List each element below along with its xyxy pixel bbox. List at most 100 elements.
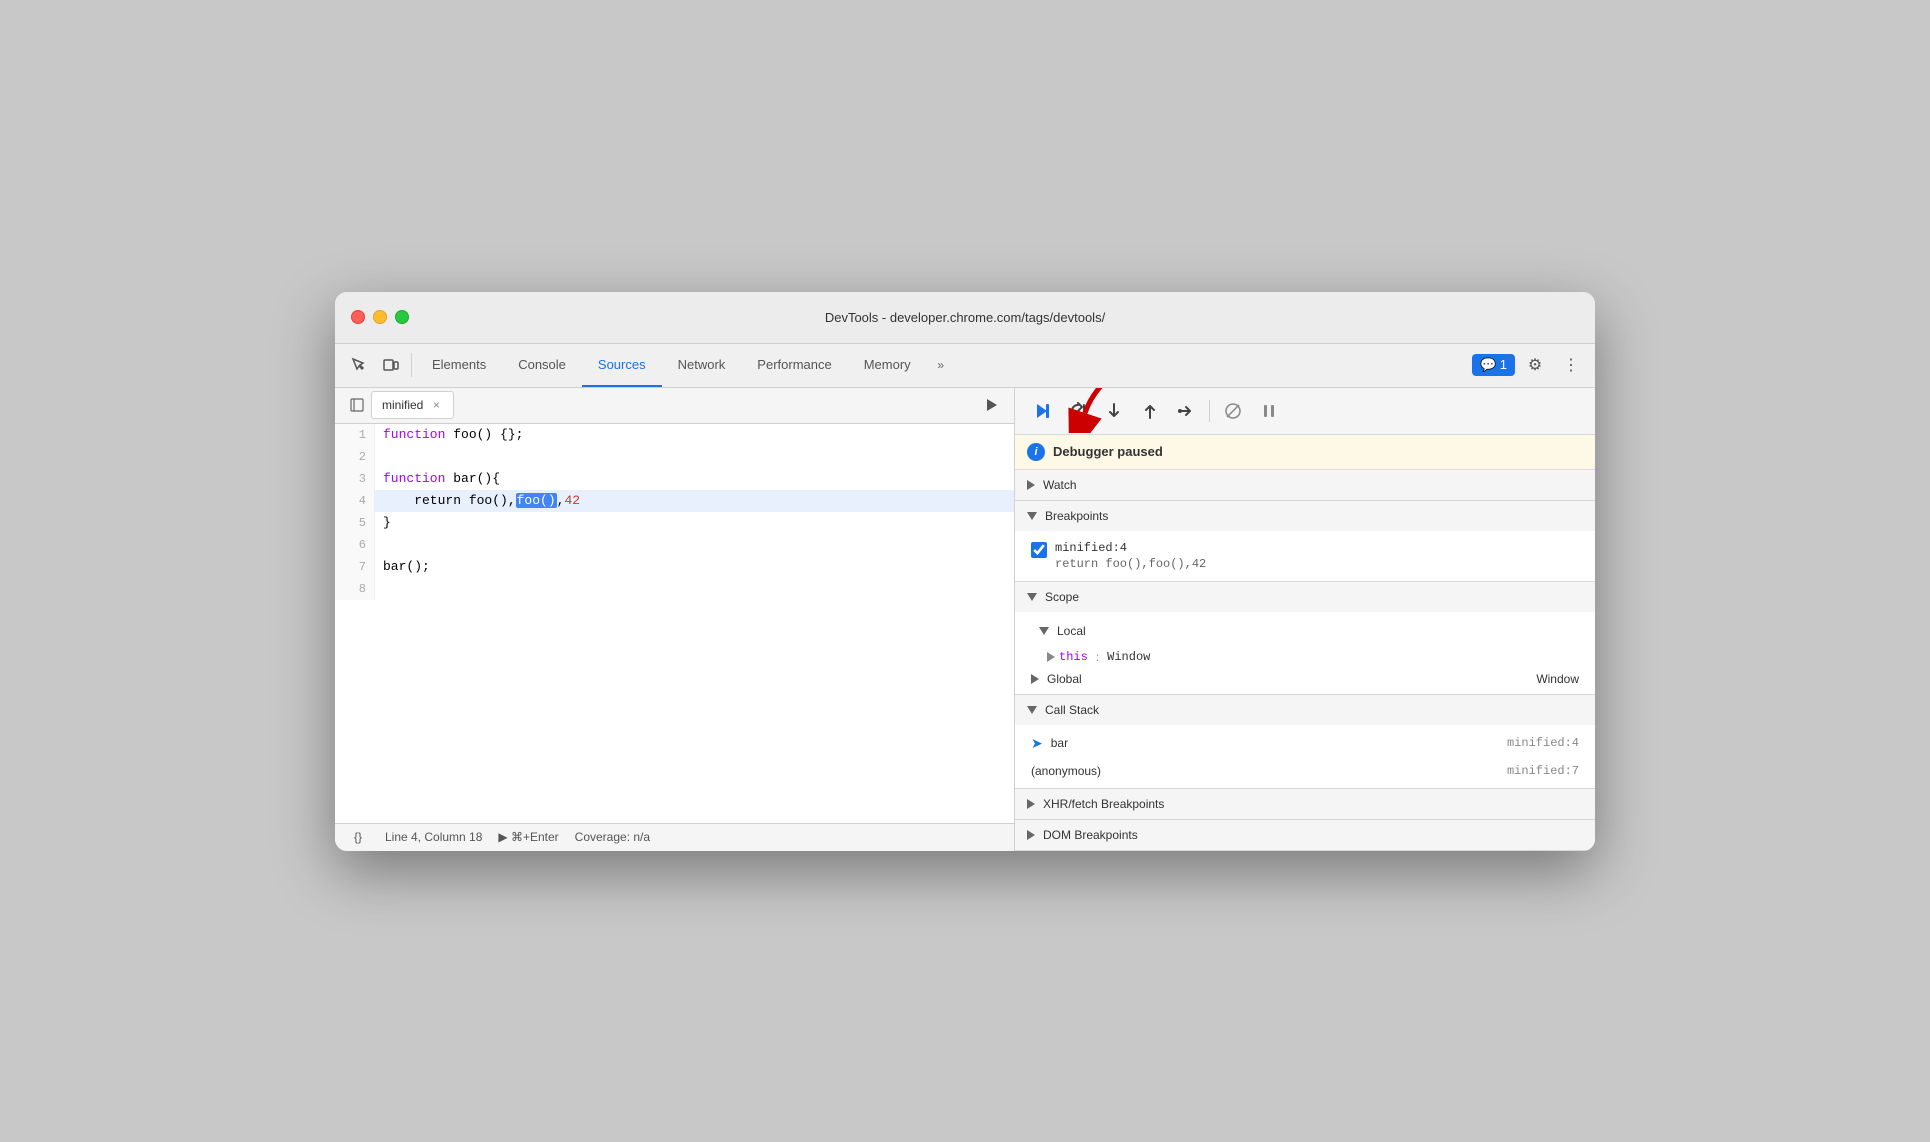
xhr-breakpoints-section: XHR/fetch Breakpoints <box>1015 789 1595 820</box>
tab-memory[interactable]: Memory <box>848 343 927 387</box>
code-line-6: 6 <box>335 534 1014 556</box>
file-tab-label: minified <box>382 398 423 412</box>
tabs-overflow-btn[interactable]: » <box>927 351 955 379</box>
right-panel: i Debugger paused Watch Breakpoints <box>1015 388 1595 851</box>
sidebar-toggle-btn[interactable] <box>343 391 371 419</box>
maximize-button[interactable] <box>395 310 409 324</box>
scope-triangle-icon <box>1027 593 1037 601</box>
debug-toolbar <box>1015 388 1595 435</box>
minimize-button[interactable] <box>373 310 387 324</box>
dom-triangle-icon <box>1027 830 1035 840</box>
line-num-7: 7 <box>335 556 375 578</box>
code-content-2 <box>375 446 391 468</box>
step-into-btn[interactable] <box>1099 396 1129 426</box>
window-title: DevTools - developer.chrome.com/tags/dev… <box>825 310 1105 325</box>
scope-section: Scope Local this : Window <box>1015 582 1595 695</box>
code-content-4: return foo(),foo(),42 <box>375 490 588 512</box>
xhr-breakpoints-header[interactable]: XHR/fetch Breakpoints <box>1015 789 1595 819</box>
this-key: this <box>1059 650 1088 664</box>
pause-on-exceptions-btn[interactable] <box>1254 396 1284 426</box>
call-stack-label: Call Stack <box>1045 703 1099 717</box>
call-stack-content: ➤ bar minified:4 (anonymous) minified:7 <box>1015 725 1595 788</box>
device-toolbar-btn[interactable] <box>375 349 407 381</box>
this-value: Window <box>1107 650 1150 664</box>
watch-section-header[interactable]: Watch <box>1015 470 1595 500</box>
call-arrow-icon: ➤ <box>1031 735 1043 752</box>
cursor-position: Line 4, Column 18 <box>385 830 482 844</box>
tab-network[interactable]: Network <box>662 343 742 387</box>
settings-btn[interactable]: ⚙ <box>1519 349 1551 381</box>
callstack-item-bar[interactable]: ➤ bar minified:4 <box>1015 729 1595 758</box>
dom-breakpoints-header[interactable]: DOM Breakpoints <box>1015 820 1595 850</box>
global-triangle-icon <box>1031 674 1039 684</box>
local-header[interactable]: Local <box>1015 616 1595 646</box>
debugger-paused-banner: i Debugger paused <box>1015 435 1595 470</box>
notifications-badge-btn[interactable]: 💬 1 <box>1472 354 1515 376</box>
call-location-anon: minified:7 <box>1507 764 1579 778</box>
this-triangle-icon <box>1047 652 1055 662</box>
more-options-btn[interactable]: ⋮ <box>1555 349 1587 381</box>
scope-content: Local this : Window Global Window <box>1015 612 1595 694</box>
devtools-window: DevTools - developer.chrome.com/tags/dev… <box>335 292 1595 851</box>
code-line-3: 3 function bar(){ <box>335 468 1014 490</box>
tab-console[interactable]: Console <box>502 343 582 387</box>
code-line-7: 7 bar(); <box>335 556 1014 578</box>
breakpoints-triangle-icon <box>1027 512 1037 520</box>
code-content-1: function foo() {}; <box>375 424 531 446</box>
file-tab-bar: minified × <box>335 388 1014 424</box>
code-line-5: 5 } <box>335 512 1014 534</box>
main-content: minified × 1 function foo() {}; <box>335 388 1595 851</box>
title-bar: DevTools - developer.chrome.com/tags/dev… <box>335 292 1595 344</box>
line-num-1: 1 <box>335 424 375 446</box>
run-snippet-btn[interactable] <box>978 391 1006 419</box>
format-btn[interactable]: {} <box>347 826 369 848</box>
scope-label: Scope <box>1045 590 1079 604</box>
code-line-2: 2 <box>335 446 1014 468</box>
tab-sources[interactable]: Sources <box>582 343 662 387</box>
scope-section-header[interactable]: Scope <box>1015 582 1595 612</box>
status-bar: {} Line 4, Column 18 ▶ ⌘+Enter Coverage:… <box>335 823 1014 851</box>
resume-btn[interactable] <box>1027 396 1057 426</box>
devtools-body: Elements Console Sources Network Perform… <box>335 344 1595 851</box>
call-stack-section: Call Stack ➤ bar minified:4 (anonymous) … <box>1015 695 1595 789</box>
tab-performance[interactable]: Performance <box>741 343 847 387</box>
code-content-5: } <box>375 512 399 534</box>
tab-elements[interactable]: Elements <box>416 343 502 387</box>
code-content-6 <box>375 534 391 556</box>
file-tab-close-btn[interactable]: × <box>429 398 443 412</box>
debug-toolbar-sep <box>1209 400 1210 422</box>
step-btn[interactable] <box>1171 396 1201 426</box>
deactivate-breakpoints-btn[interactable] <box>1218 396 1248 426</box>
call-name-anon: (anonymous) <box>1031 764 1101 778</box>
inspect-element-btn[interactable] <box>343 349 375 381</box>
step-over-btn[interactable] <box>1063 396 1093 426</box>
code-content-3: function bar(){ <box>375 468 508 490</box>
watch-label: Watch <box>1043 478 1077 492</box>
callstack-item-anon[interactable]: (anonymous) minified:7 <box>1015 758 1595 784</box>
breakpoints-label: Breakpoints <box>1045 509 1108 523</box>
left-panel: minified × 1 function foo() {}; <box>335 388 1015 851</box>
traffic-lights <box>351 310 409 324</box>
line-num-6: 6 <box>335 534 375 556</box>
watch-section: Watch <box>1015 470 1595 501</box>
xhr-breakpoints-label: XHR/fetch Breakpoints <box>1043 797 1164 811</box>
top-toolbar: Elements Console Sources Network Perform… <box>335 344 1595 388</box>
breakpoints-section-header[interactable]: Breakpoints <box>1015 501 1595 531</box>
global-label: Global <box>1047 672 1082 686</box>
xhr-triangle-icon <box>1027 799 1035 809</box>
info-icon: i <box>1027 443 1045 461</box>
breakpoints-content: minified:4 return foo(),foo(),42 <box>1015 531 1595 581</box>
breakpoint-item: minified:4 return foo(),foo(),42 <box>1015 535 1595 577</box>
line-num-4: 4 <box>335 490 375 512</box>
code-editor[interactable]: 1 function foo() {}; 2 3 funct <box>335 424 1014 823</box>
breakpoint-checkbox[interactable] <box>1031 542 1047 558</box>
file-tab-minified[interactable]: minified × <box>371 391 454 419</box>
step-out-btn[interactable] <box>1135 396 1165 426</box>
line-num-3: 3 <box>335 468 375 490</box>
run-snippet-shortcut: ▶ ⌘+Enter <box>498 830 558 844</box>
coverage-label: Coverage: n/a <box>575 830 650 844</box>
call-location-bar: minified:4 <box>1507 736 1579 750</box>
close-button[interactable] <box>351 310 365 324</box>
call-stack-section-header[interactable]: Call Stack <box>1015 695 1595 725</box>
call-name-bar: bar <box>1051 736 1068 750</box>
